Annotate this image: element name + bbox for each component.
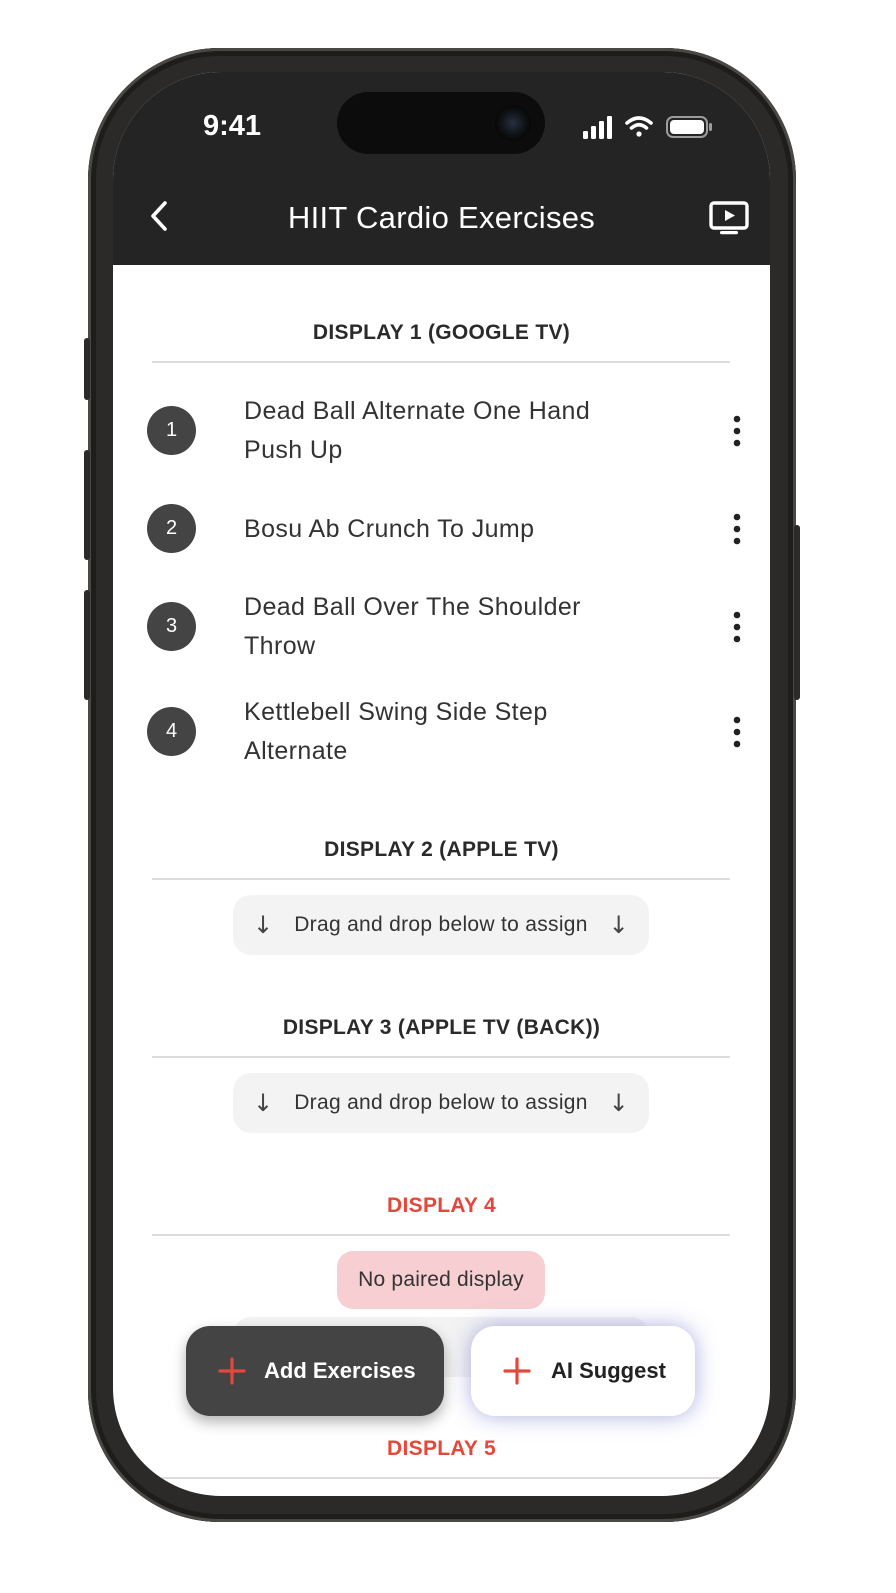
signal-icon — [583, 116, 612, 139]
more-options-icon[interactable] — [725, 611, 749, 643]
exercise-name: Dead Ball Over The Shoulder Throw — [244, 593, 581, 660]
exercise-number-badge: 4 — [147, 707, 196, 756]
ai-suggest-label: AI Suggest — [551, 1358, 666, 1383]
exercise-number-badge: 3 — [147, 602, 196, 651]
status-icons — [583, 116, 712, 139]
exercise-row[interactable]: 4 Kettlebell Swing Side Step Alternate — [113, 684, 770, 780]
wifi-icon — [625, 116, 653, 137]
section-heading-display-2: DISPLAY 2 (APPLE TV) — [324, 838, 559, 861]
section-heading-display-1: DISPLAY 1 (GOOGLE TV) — [312, 321, 571, 344]
screen: 9:41 HIIT Cardio Exercises DISPLAY 1 (GO… — [113, 72, 770, 1496]
status-time: 9:41 — [203, 110, 262, 142]
section-heading-display-3: DISPLAY 3 (APPLE TV (BACK)) — [282, 1016, 601, 1039]
exercise-row[interactable]: 2 Bosu Ab Crunch To Jump — [113, 481, 770, 577]
more-options-icon[interactable] — [725, 415, 749, 447]
volume-up-button — [84, 450, 90, 560]
add-exercises-label: Add Exercises — [264, 1358, 416, 1383]
divider — [152, 361, 730, 363]
action-button — [84, 338, 90, 400]
ai-suggest-button[interactable]: AI Suggest — [471, 1326, 695, 1416]
battery-icon — [666, 116, 712, 138]
drop-zone-display-3[interactable]: ↓ Drag and drop below to assign ↓ — [233, 1073, 649, 1133]
more-options-icon[interactable] — [725, 513, 749, 545]
drop-zone-display-2[interactable]: ↓ Drag and drop below to assign ↓ — [233, 895, 649, 955]
divider — [152, 1477, 730, 1479]
exercise-name: Kettlebell Swing Side Step Alternate — [244, 698, 548, 765]
arrow-down-icon: ↓ — [608, 911, 629, 939]
volume-down-button — [84, 590, 90, 700]
power-button — [794, 525, 800, 700]
plus-icon — [218, 1357, 246, 1385]
page-title: HIIT Cardio Exercises — [287, 200, 596, 235]
camera — [495, 105, 531, 141]
drop-hint: Drag and drop below to assign — [294, 1091, 588, 1114]
arrow-down-icon: ↓ — [253, 1089, 274, 1117]
divider — [152, 1056, 730, 1058]
exercise-name: Bosu Ab Crunch To Jump — [244, 515, 535, 543]
app-header: 9:41 HIIT Cardio Exercises — [113, 72, 770, 265]
more-options-icon[interactable] — [725, 716, 749, 748]
arrow-down-icon: ↓ — [253, 911, 274, 939]
exercise-number-badge: 1 — [147, 406, 196, 455]
display-cast-icon[interactable] — [709, 200, 749, 236]
display-list: DISPLAY 1 (GOOGLE TV) 1 Dead Ball Altern… — [113, 265, 770, 1496]
exercise-row[interactable]: 1 Dead Ball Alternate One Hand Push Up — [113, 383, 770, 479]
no-paired-display-badge: No paired display — [337, 1251, 545, 1309]
drop-hint: Drag and drop below to assign — [294, 913, 588, 936]
add-exercises-button[interactable]: Add Exercises — [186, 1326, 444, 1416]
exercise-number-badge: 2 — [147, 504, 196, 553]
plus-icon — [503, 1357, 531, 1385]
exercise-row[interactable]: 3 Dead Ball Over The Shoulder Throw — [113, 579, 770, 675]
arrow-down-icon: ↓ — [608, 1089, 629, 1117]
divider — [152, 1234, 730, 1236]
section-heading-display-5: DISPLAY 5 — [387, 1437, 496, 1460]
divider — [152, 878, 730, 880]
exercise-name: Dead Ball Alternate One Hand Push Up — [244, 397, 591, 464]
section-heading-display-4: DISPLAY 4 — [387, 1194, 496, 1217]
